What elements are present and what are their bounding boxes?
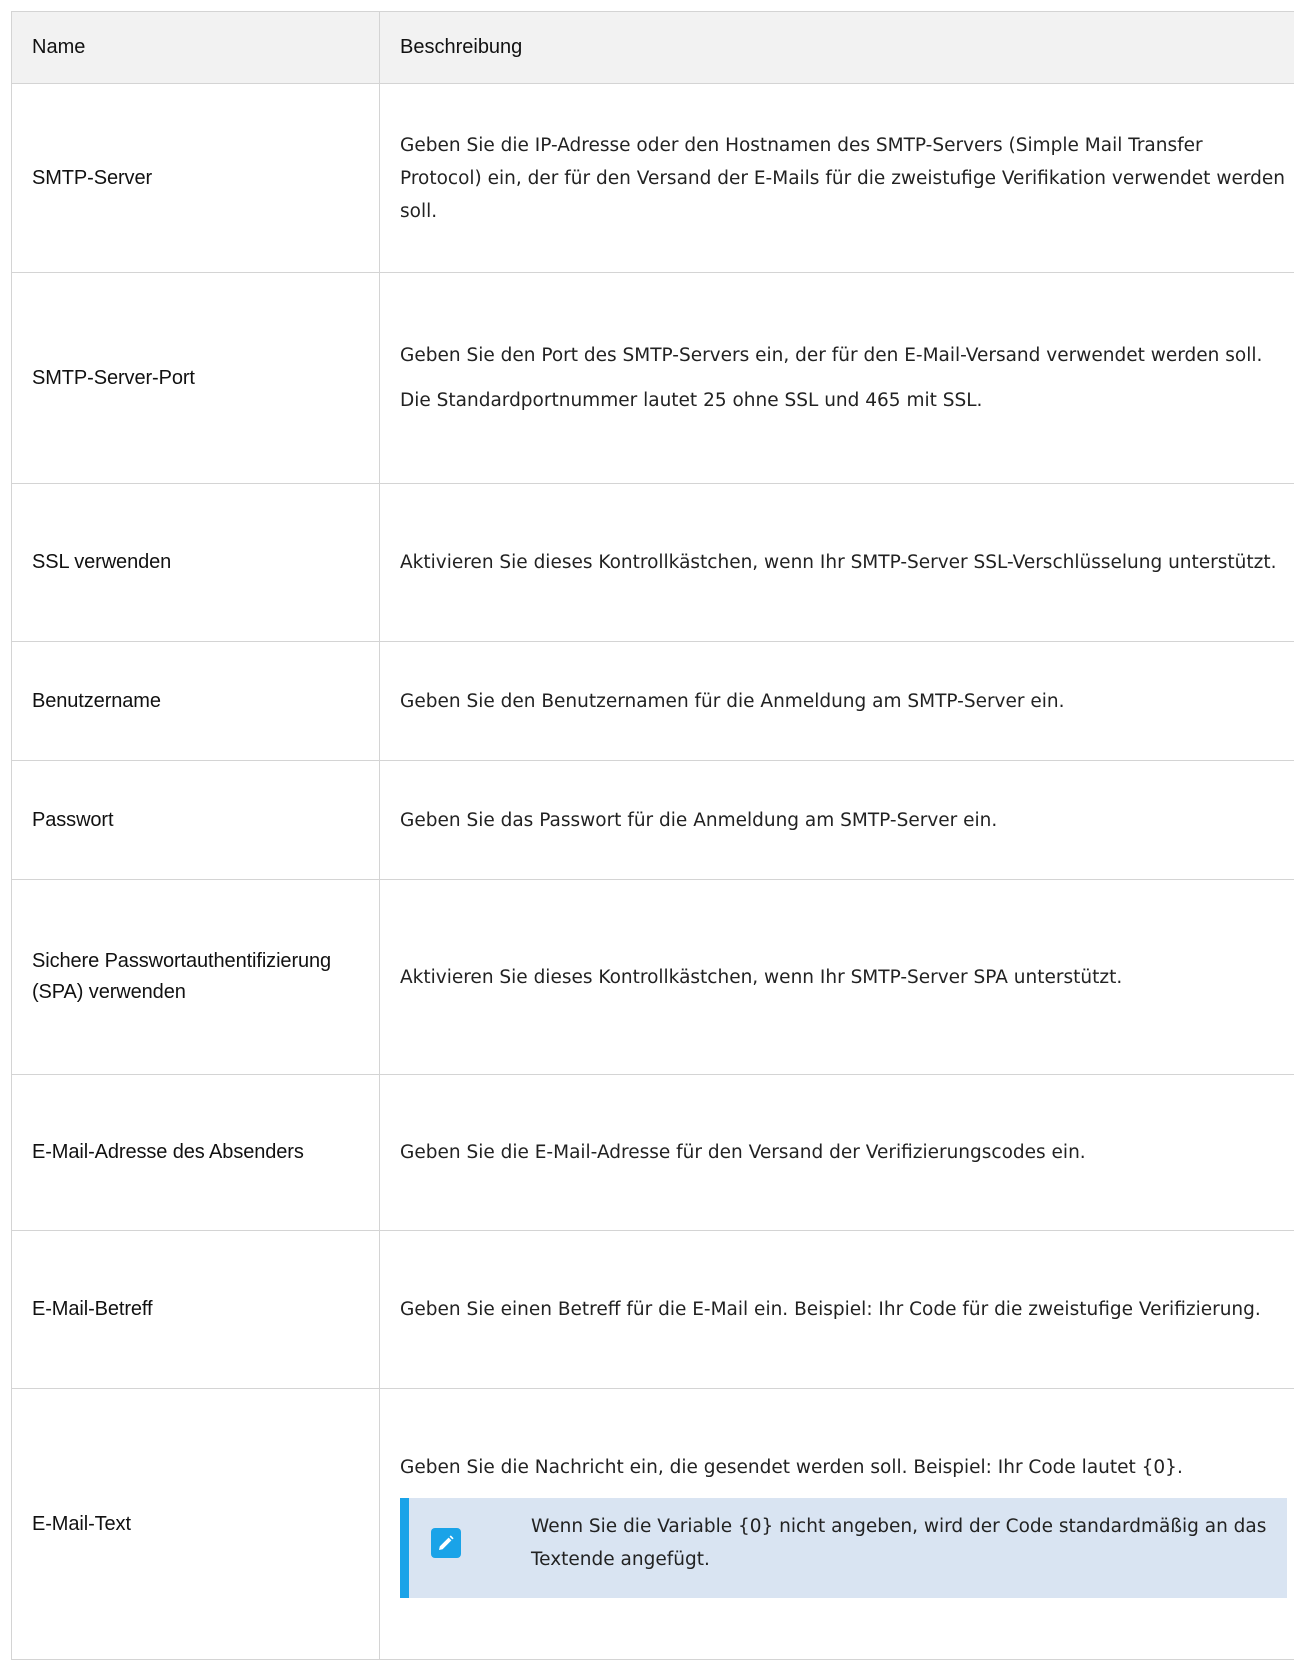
table-row: Benutzername Geben Sie den Benutzernamen… (12, 642, 1294, 761)
description-paragraph: Die Standardportnummer lautet 25 ohne SS… (400, 384, 1287, 417)
description-paragraph: Geben Sie den Benutzernamen für die Anme… (400, 685, 1287, 718)
note-callout: Wenn Sie die Variable {0} nicht angeben,… (400, 1498, 1287, 1598)
table-row: E-Mail-Adresse des Absenders Geben Sie d… (12, 1075, 1294, 1231)
setting-description: Geben Sie den Benutzernamen für die Anme… (380, 642, 1294, 761)
setting-name: Sichere Passwortauthentifizierung (SPA) … (12, 880, 380, 1075)
description-paragraph: Geben Sie die Nachricht ein, die gesende… (400, 1451, 1287, 1484)
description-paragraph: Aktivieren Sie dieses Kontrollkästchen, … (400, 961, 1287, 994)
setting-name: Benutzername (12, 642, 380, 761)
table-row: SMTP-Server Geben Sie die IP-Adresse ode… (12, 84, 1294, 273)
description-paragraph: Geben Sie die E-Mail-Adresse für den Ver… (400, 1136, 1287, 1169)
column-header-name: Name (12, 12, 380, 84)
table-row: E-Mail-Text Geben Sie die Nachricht ein,… (12, 1389, 1294, 1660)
setting-name: SMTP-Server (12, 84, 380, 273)
table-row: SSL verwenden Aktivieren Sie dieses Kont… (12, 484, 1294, 642)
setting-name: SSL verwenden (12, 484, 380, 642)
pencil-icon (431, 1528, 461, 1558)
description-paragraph: Aktivieren Sie dieses Kontrollkästchen, … (400, 546, 1287, 579)
table-header-row: Name Beschreibung (12, 12, 1294, 84)
setting-description: Geben Sie den Port des SMTP-Servers ein,… (380, 273, 1294, 484)
setting-description: Geben Sie die Nachricht ein, die gesende… (380, 1389, 1294, 1660)
setting-description: Aktivieren Sie dieses Kontrollkästchen, … (380, 484, 1294, 642)
setting-description: Geben Sie die IP-Adresse oder den Hostna… (380, 84, 1294, 273)
description-paragraph: Geben Sie den Port des SMTP-Servers ein,… (400, 339, 1287, 372)
description-paragraph: Geben Sie einen Betreff für die E-Mail e… (400, 1293, 1287, 1326)
setting-name: Passwort (12, 761, 380, 880)
setting-description: Geben Sie einen Betreff für die E-Mail e… (380, 1231, 1294, 1389)
table-row: E-Mail-Betreff Geben Sie einen Betreff f… (12, 1231, 1294, 1389)
setting-name: E-Mail-Betreff (12, 1231, 380, 1389)
column-header-description: Beschreibung (380, 12, 1294, 84)
setting-name: E-Mail-Adresse des Absenders (12, 1075, 380, 1231)
setting-name: SMTP-Server-Port (12, 273, 380, 484)
setting-description: Geben Sie die E-Mail-Adresse für den Ver… (380, 1075, 1294, 1231)
description-paragraph: Geben Sie die IP-Adresse oder den Hostna… (400, 129, 1287, 228)
table-row: Passwort Geben Sie das Passwort für die … (12, 761, 1294, 880)
setting-description: Geben Sie das Passwort für die Anmeldung… (380, 761, 1294, 880)
description-paragraph: Geben Sie das Passwort für die Anmeldung… (400, 804, 1287, 837)
table-row: SMTP-Server-Port Geben Sie den Port des … (12, 273, 1294, 484)
setting-name: E-Mail-Text (12, 1389, 380, 1660)
settings-table: Name Beschreibung SMTP-Server Geben Sie … (11, 11, 1294, 1660)
table-row: Sichere Passwortauthentifizierung (SPA) … (12, 880, 1294, 1075)
setting-description: Aktivieren Sie dieses Kontrollkästchen, … (380, 880, 1294, 1075)
note-text: Wenn Sie die Variable {0} nicht angeben,… (531, 1510, 1267, 1576)
